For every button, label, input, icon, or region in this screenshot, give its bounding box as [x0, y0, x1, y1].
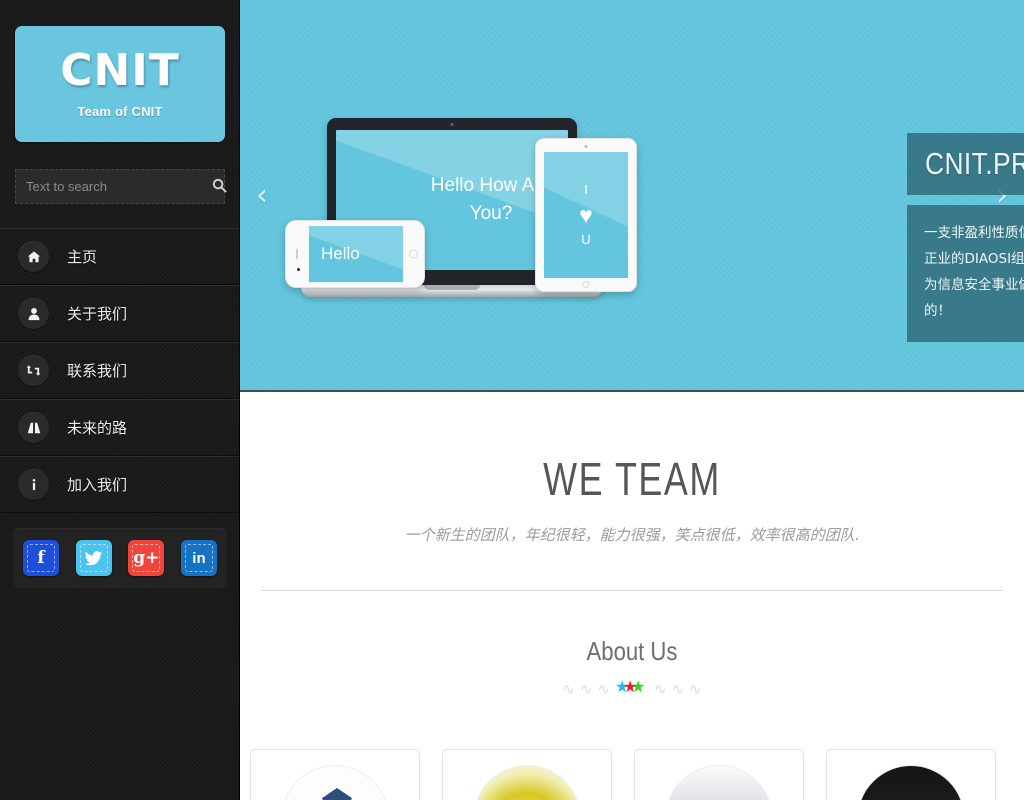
carousel-prev-arrow[interactable]: ‹	[256, 181, 268, 211]
facebook-icon[interactable]: f	[23, 540, 59, 576]
sidebar-item-label: 关于我们	[67, 305, 128, 323]
search-icon	[212, 178, 227, 196]
sidebar-item-join[interactable]: 加入我们	[0, 456, 239, 513]
member-card[interactable]	[634, 749, 804, 800]
hero-caption-title-text: CNIT.PRO	[925, 146, 1024, 181]
title-decoration: ∿ ∿ ∿ ★ ★ ★ ∿ ∿ ∿	[240, 679, 1024, 699]
linkedin-icon[interactable]: in	[180, 540, 217, 576]
member-card[interactable]	[250, 749, 420, 800]
hero-caption-body: 一支非盈利性质信息安全团队,由一帮不务正业的DIAOSI组成,玩我们爱玩的,顺便…	[907, 205, 1024, 342]
main-content: WE TEAM 一个新生的团队，年纪很轻，能力很强，笑点很低，效率很高的团队. …	[240, 394, 1024, 800]
wave-icon: ∿	[654, 679, 667, 698]
road-icon	[18, 412, 49, 443]
logo-subtitle: Team of CNIT	[77, 104, 163, 119]
search-input[interactable]	[16, 170, 212, 203]
site-logo[interactable]: CNIT Team of CNIT	[15, 26, 225, 142]
tablet-mockup: I ♥ U	[535, 138, 637, 292]
sidebar-item-home[interactable]: 主页	[0, 228, 239, 285]
member-card[interactable]	[442, 749, 612, 800]
home-icon	[18, 241, 49, 272]
sidebar: CNIT Team of CNIT 主页	[0, 0, 240, 800]
user-icon	[18, 298, 49, 329]
avatar	[857, 765, 965, 800]
wave-icon: ∿	[597, 679, 610, 698]
logo-title: CNIT	[60, 45, 180, 96]
sidebar-nav: 主页 关于我们 联系我们 未来的路 加入我们	[0, 228, 239, 513]
team-member-cards	[250, 749, 1014, 800]
sidebar-item-label: 主页	[67, 248, 98, 266]
page-title: WE TEAM	[543, 453, 721, 505]
retweet-icon	[18, 355, 49, 386]
devices-illustration: Hello How Are You? Hello I ♥ U	[285, 110, 675, 310]
wave-icon: ∿	[671, 679, 685, 698]
star-icon: ★	[623, 679, 638, 696]
search-box[interactable]	[15, 169, 227, 204]
wave-icon: ∿	[689, 679, 702, 698]
sidebar-item-label: 加入我们	[67, 476, 128, 494]
sidebar-item-about[interactable]: 关于我们	[0, 285, 239, 342]
hero-caption-title: CNIT.PRO	[907, 133, 1024, 195]
search-button[interactable]	[212, 170, 227, 203]
wave-icon: ∿	[562, 679, 575, 698]
phone-mockup: Hello	[285, 220, 425, 288]
sidebar-item-contact[interactable]: 联系我们	[0, 342, 239, 399]
sidebar-item-roadmap[interactable]: 未来的路	[0, 399, 239, 456]
laptop-camera-icon	[450, 123, 454, 126]
section-divider	[261, 590, 1003, 591]
sidebar-item-label: 未来的路	[67, 419, 128, 437]
tablet-camera-icon	[584, 145, 588, 148]
stars-decoration: ★ ★ ★	[615, 680, 649, 698]
hero-slider: ‹ › Hello How Are You? Hello I ♥ U	[240, 0, 1024, 392]
page-subtitle: 一个新生的团队，年纪很轻，能力很强，笑点很低，效率很高的团队.	[404, 526, 860, 544]
sidebar-item-label: 联系我们	[67, 362, 128, 380]
avatar	[473, 765, 581, 800]
member-card[interactable]	[826, 749, 996, 800]
social-links: f g+ in	[13, 528, 227, 588]
avatar	[665, 765, 773, 800]
phone-screen-text: Hello	[309, 226, 403, 282]
heart-icon: ♥	[579, 201, 593, 228]
twitter-icon[interactable]	[75, 540, 112, 576]
tablet-line-2: U	[581, 231, 591, 247]
tablet-line-1: I	[584, 181, 588, 197]
avatar	[281, 765, 389, 800]
wave-icon: ∿	[579, 679, 593, 698]
info-icon	[18, 469, 49, 500]
googleplus-icon[interactable]: g+	[128, 540, 165, 576]
about-us-title: About Us	[586, 636, 678, 666]
